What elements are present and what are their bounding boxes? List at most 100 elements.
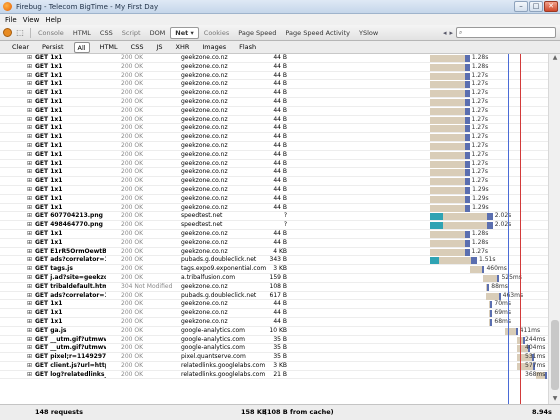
expand-toggle-icon[interactable]: ⊞ xyxy=(27,54,33,62)
request-row[interactable]: ⊞ GET 1x1 200 OK geekzone.co.nz 44 B 1.27s xyxy=(0,168,548,178)
request-row[interactable]: ⊞ GET log?relatedlinks_id 200 OK relatedlin… xyxy=(0,371,548,380)
clear-button[interactable]: Clear xyxy=(9,42,32,53)
request-row[interactable]: ⊞ GET 1x1 200 OK geekzone.co.nz 44 B 1.27s xyxy=(0,124,548,134)
request-row[interactable]: ⊞ GET 1x1 200 OK geekzone.co.nz 44 B 1.27s xyxy=(0,151,548,160)
expand-toggle-icon[interactable]: ⊞ xyxy=(27,230,33,238)
request-row[interactable]: ⊞ GET 1x1 200 OK geekzone.co.nz 44 B 1.27s xyxy=(0,133,548,142)
scroll-thumb[interactable] xyxy=(551,320,559,390)
request-row[interactable]: ⊞ GET 1x1 200 OK geekzone.co.nz 44 B 1.29s xyxy=(0,186,548,195)
request-row[interactable]: ⊞ GET 498464770.png 200 OK speedtest.net? 2.… xyxy=(0,221,548,230)
filter-js[interactable]: JS xyxy=(153,42,165,53)
scroll-up-icon[interactable]: ▲ xyxy=(549,54,560,63)
expand-toggle-icon[interactable]: ⊞ xyxy=(27,239,33,247)
request-row[interactable]: ⊞ GET 1x1 200 OK geekzone.co.nz 44 B 1.27s xyxy=(0,142,548,151)
expand-toggle-icon[interactable]: ⊞ xyxy=(27,89,33,97)
tab-css[interactable]: CSS xyxy=(96,28,117,38)
tab-dom[interactable]: DOM xyxy=(146,28,170,38)
expand-toggle-icon[interactable]: ⊞ xyxy=(27,353,33,361)
request-row[interactable]: ⊞ GET pixel;r=11492972 200 OK pixel.quantse… xyxy=(0,353,548,362)
expand-toggle-icon[interactable]: ⊞ xyxy=(27,248,33,256)
expand-toggle-icon[interactable]: ⊞ xyxy=(27,151,33,159)
request-row[interactable]: ⊞ GET E1rR5OrmOewtB0 200 OK geekzone.co.nz 4… xyxy=(0,248,548,257)
request-row[interactable]: ⊞ GET 1x1 200 OK geekzone.co.nz 44 B 1.28s xyxy=(0,54,548,63)
expand-toggle-icon[interactable]: ⊞ xyxy=(27,177,33,185)
request-row[interactable]: ⊞ GET __utm.gif?utmwv= 200 OK google-analyt… xyxy=(0,344,548,354)
request-row[interactable]: ⊞ GET 1x1 200 OK geekzone.co.nz 44 B 69ms xyxy=(0,309,548,318)
close-button[interactable]: ✕ xyxy=(544,1,558,12)
inspect-icon[interactable]: ⬚ xyxy=(15,28,25,38)
request-row[interactable]: ⊞ GET 1x1 200 OK geekzone.co.nz 44 B 1.27s xyxy=(0,89,548,98)
tab-yslow[interactable]: YSlow xyxy=(355,28,382,38)
request-row[interactable]: ⊞ GET tags.js 200 OK tags.expo9.exponential… xyxy=(0,265,548,274)
expand-toggle-icon[interactable]: ⊞ xyxy=(27,318,33,326)
filter-html[interactable]: HTML xyxy=(97,42,121,53)
expand-toggle-icon[interactable]: ⊞ xyxy=(27,300,33,308)
tab-console[interactable]: Console xyxy=(34,28,68,38)
expand-toggle-icon[interactable]: ⊞ xyxy=(27,344,33,352)
request-row[interactable]: ⊞ GET 1x1 200 OK geekzone.co.nz 44 B 70ms xyxy=(0,300,548,310)
expand-toggle-icon[interactable]: ⊞ xyxy=(27,212,33,220)
expand-toggle-icon[interactable]: ⊞ xyxy=(27,186,33,194)
expand-toggle-icon[interactable]: ⊞ xyxy=(27,195,33,203)
search-input[interactable] xyxy=(464,28,555,37)
request-row[interactable]: ⊞ GET 1x1 200 OK geekzone.co.nz 44 B 1.27s xyxy=(0,177,548,186)
filter-xhr[interactable]: XHR xyxy=(173,42,193,53)
firebug-menu-icon[interactable] xyxy=(3,28,12,37)
request-row[interactable]: ⊞ GET 1x1 200 OK geekzone.co.nz 44 B 1.27s xyxy=(0,98,548,107)
expand-toggle-icon[interactable]: ⊞ xyxy=(27,362,33,370)
request-row[interactable]: ⊞ GET 1x1 200 OK geekzone.co.nz 44 B 68ms xyxy=(0,318,548,327)
request-row[interactable]: ⊞ GET ads?correlator=12 200 OK pubads.g.dou… xyxy=(0,256,548,266)
expand-toggle-icon[interactable]: ⊞ xyxy=(27,309,33,317)
menu-help[interactable]: Help xyxy=(45,16,61,24)
filter-css[interactable]: CSS xyxy=(128,42,147,53)
expand-toggle-icon[interactable]: ⊞ xyxy=(27,63,33,71)
request-row[interactable]: ⊞ GET ga.js 200 OK google-analytics.com 10 K… xyxy=(0,327,548,336)
expand-toggle-icon[interactable]: ⊞ xyxy=(27,168,33,176)
tab-net[interactable]: Net ▾ xyxy=(170,26,199,39)
maximize-button[interactable]: □ xyxy=(529,1,543,12)
tab-html[interactable]: HTML xyxy=(69,28,95,38)
request-row[interactable]: ⊞ GET tribaldefault.html 304 Not Modified g… xyxy=(0,283,548,292)
request-row[interactable]: ⊞ GET 1x1 200 OK geekzone.co.nz 44 B 1.27s xyxy=(0,72,548,81)
request-row[interactable]: ⊞ GET 607704213.png 200 OK speedtest.net? 2.… xyxy=(0,212,548,222)
request-row[interactable]: ⊞ GET 1x1 200 OK geekzone.co.nz 44 B 1.27s xyxy=(0,116,548,125)
tab-cookies[interactable]: Cookies xyxy=(200,28,233,38)
expand-toggle-icon[interactable]: ⊞ xyxy=(27,221,33,229)
filter-flash[interactable]: Flash xyxy=(236,42,259,53)
expand-toggle-icon[interactable]: ⊞ xyxy=(27,327,33,335)
expand-toggle-icon[interactable]: ⊞ xyxy=(27,124,33,132)
search-next-icon[interactable]: ▸ xyxy=(449,29,453,37)
persist-button[interactable]: Persist xyxy=(39,42,67,53)
expand-toggle-icon[interactable]: ⊞ xyxy=(27,142,33,150)
request-row[interactable]: ⊞ GET 1x1 200 OK geekzone.co.nz 44 B 1.27s xyxy=(0,107,548,116)
menu-file[interactable]: File xyxy=(5,16,17,24)
filter-images[interactable]: Images xyxy=(199,42,229,53)
request-row[interactable]: ⊞ GET __utm.gif?utmwv= 200 OK google-analyt… xyxy=(0,336,548,345)
expand-toggle-icon[interactable]: ⊞ xyxy=(27,116,33,124)
expand-toggle-icon[interactable]: ⊞ xyxy=(27,107,33,115)
expand-toggle-icon[interactable]: ⊞ xyxy=(27,133,33,141)
expand-toggle-icon[interactable]: ⊞ xyxy=(27,292,33,300)
expand-toggle-icon[interactable]: ⊞ xyxy=(27,72,33,80)
expand-toggle-icon[interactable]: ⊞ xyxy=(27,265,33,273)
request-row[interactable]: ⊞ GET 1x1 200 OK geekzone.co.nz 44 B 1.28s xyxy=(0,230,548,239)
request-row[interactable]: ⊞ GET 1x1 200 OK geekzone.co.nz 44 B 1.27s xyxy=(0,80,548,90)
expand-toggle-icon[interactable]: ⊞ xyxy=(27,160,33,168)
request-row[interactable]: ⊞ GET 1x1 200 OK geekzone.co.nz 44 B 1.29s xyxy=(0,204,548,213)
expand-toggle-icon[interactable]: ⊞ xyxy=(27,80,33,88)
scroll-down-icon[interactable]: ▼ xyxy=(549,395,560,404)
tab-script[interactable]: Script xyxy=(118,28,145,38)
filter-all[interactable]: All xyxy=(73,41,90,53)
expand-toggle-icon[interactable]: ⊞ xyxy=(27,256,33,264)
request-row[interactable]: ⊞ GET 1x1 200 OK geekzone.co.nz 44 B 1.28s xyxy=(0,63,548,72)
expand-toggle-icon[interactable]: ⊞ xyxy=(27,371,33,379)
expand-toggle-icon[interactable]: ⊞ xyxy=(27,98,33,106)
request-row[interactable]: ⊞ GET 1x1 200 OK geekzone.co.nz 44 B 1.27s xyxy=(0,160,548,169)
request-row[interactable]: ⊞ GET j.ad?site=geekzon 200 OK a.tribalfusi… xyxy=(0,274,548,283)
tab-page-speed[interactable]: Page Speed xyxy=(234,28,280,38)
vertical-scrollbar[interactable]: ▲ ▼ xyxy=(548,54,560,404)
menu-view[interactable]: View xyxy=(23,16,40,24)
request-row[interactable]: ⊞GET client.js?url=http%200 OKrelatedlin… xyxy=(0,362,548,371)
tab-page-speed-activity[interactable]: Page Speed Activity xyxy=(281,28,354,38)
expand-toggle-icon[interactable]: ⊞ xyxy=(27,274,33,282)
